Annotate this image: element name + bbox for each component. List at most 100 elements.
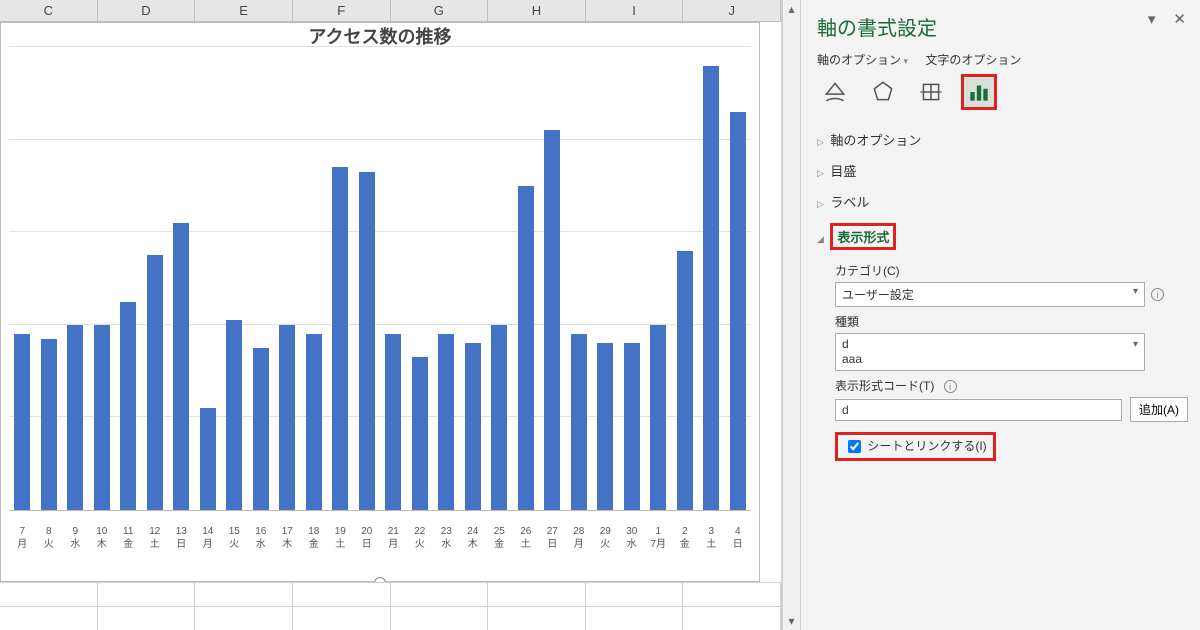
chart-bar[interactable] — [597, 343, 613, 510]
column-header[interactable]: C — [0, 0, 98, 21]
chart-bar[interactable] — [624, 343, 640, 510]
axis-tick: 21月 — [380, 525, 407, 551]
category-select[interactable]: ユーザー設定 — [835, 282, 1145, 307]
chart-bar[interactable] — [438, 334, 454, 510]
chart-bar[interactable] — [94, 325, 110, 510]
format-code-input[interactable]: d — [835, 399, 1122, 421]
section-number-format[interactable]: ◢ 表示形式 — [817, 217, 1188, 256]
chart-bar[interactable] — [491, 325, 507, 510]
size-properties-icon[interactable] — [913, 74, 949, 110]
bar-slot — [645, 47, 672, 510]
chart-bar[interactable] — [173, 223, 189, 510]
axis-tick: 15火 — [221, 525, 248, 551]
pane-close-icon[interactable]: ✕ — [1173, 10, 1186, 28]
section-tick-marks[interactable]: ▷ 目盛 — [817, 155, 1188, 186]
bar-slot — [9, 47, 36, 510]
pane-menu-icon[interactable]: ▾ — [1148, 10, 1156, 28]
chart-bar[interactable] — [465, 343, 481, 510]
bar-slot — [433, 47, 460, 510]
chart-bar[interactable] — [730, 112, 746, 510]
pane-title: 軸の書式設定 — [817, 12, 1188, 41]
axis-tick: 23水 — [433, 525, 460, 551]
chart-bar[interactable] — [306, 334, 322, 510]
axis-tick: 30水 — [619, 525, 646, 551]
column-header[interactable]: J — [683, 0, 781, 21]
chart-object[interactable]: アクセス数の推移 7月8火9水10木11金12土13日14月15火16水17木1… — [0, 22, 760, 582]
axis-tick: 3土 — [698, 525, 725, 551]
vertical-scrollbar[interactable]: ▴ ▾ — [782, 0, 800, 630]
info-icon[interactable]: i — [1151, 288, 1164, 301]
column-header[interactable]: E — [195, 0, 293, 21]
chart-bar[interactable] — [253, 348, 269, 510]
section-labels[interactable]: ▷ ラベル — [817, 186, 1188, 217]
chart-bar[interactable] — [571, 334, 587, 510]
column-header[interactable]: I — [586, 0, 684, 21]
chart-bar[interactable] — [544, 130, 560, 510]
bar-slot — [62, 47, 89, 510]
chart-bar[interactable] — [359, 172, 375, 510]
chart-bar[interactable] — [677, 251, 693, 510]
axis-tick: 29火 — [592, 525, 619, 551]
bar-slot — [592, 47, 619, 510]
effects-icon[interactable] — [865, 74, 901, 110]
chart-bar[interactable] — [120, 302, 136, 510]
chart-bar[interactable] — [412, 357, 428, 510]
chart-plot-area — [9, 47, 751, 511]
axis-options-icon[interactable] — [961, 74, 997, 110]
info-icon[interactable]: i — [944, 380, 957, 393]
axis-tick: 9水 — [62, 525, 89, 551]
scroll-down-icon[interactable]: ▾ — [783, 612, 800, 630]
axis-tick: 13日 — [168, 525, 195, 551]
type-combo[interactable]: d aaa — [835, 333, 1145, 371]
column-headers: CDEFGHIJ — [0, 0, 781, 22]
category-label: カテゴリ(C) — [835, 262, 1188, 279]
column-header[interactable]: H — [488, 0, 586, 21]
chart-bar[interactable] — [226, 320, 242, 510]
axis-tick: 17月 — [645, 525, 672, 551]
bar-slot — [36, 47, 63, 510]
chart-bar[interactable] — [200, 408, 216, 510]
chart-bar[interactable] — [332, 167, 348, 510]
chart-bar[interactable] — [385, 334, 401, 510]
bar-slot — [168, 47, 195, 510]
axis-tick: 7月 — [9, 525, 36, 551]
bar-slot — [354, 47, 381, 510]
axis-tick: 14月 — [195, 525, 222, 551]
bar-slot — [115, 47, 142, 510]
bar-slot — [221, 47, 248, 510]
column-header[interactable]: D — [98, 0, 196, 21]
chart-bar[interactable] — [41, 339, 57, 510]
chart-bar[interactable] — [67, 325, 83, 510]
bar-slot — [539, 47, 566, 510]
chart-bar[interactable] — [279, 325, 295, 510]
tab-axis-options[interactable]: 軸のオプション — [817, 51, 908, 68]
column-header[interactable]: G — [391, 0, 489, 21]
bar-slot — [89, 47, 116, 510]
axis-tick: 8火 — [36, 525, 63, 551]
axis-tick: 24木 — [460, 525, 487, 551]
axis-tick: 19土 — [327, 525, 354, 551]
axis-tick: 10木 — [89, 525, 116, 551]
spreadsheet-cells[interactable] — [0, 582, 781, 630]
bar-slot — [195, 47, 222, 510]
scroll-up-icon[interactable]: ▴ — [783, 0, 800, 18]
bar-slot — [698, 47, 725, 510]
section-axis-options[interactable]: ▷ 軸のオプション — [817, 124, 1188, 155]
bar-slot — [460, 47, 487, 510]
chart-bar[interactable] — [650, 325, 666, 510]
bar-slot — [380, 47, 407, 510]
tab-text-options[interactable]: 文字のオプション — [925, 51, 1021, 68]
chart-bar[interactable] — [703, 66, 719, 510]
add-button[interactable]: 追加(A) — [1130, 397, 1188, 422]
column-header[interactable]: F — [293, 0, 391, 21]
fill-line-icon[interactable] — [817, 74, 853, 110]
axis-tick: 28月 — [566, 525, 593, 551]
axis-tick: 17木 — [274, 525, 301, 551]
link-to-source-checkbox[interactable] — [848, 440, 861, 453]
chart-bar[interactable] — [14, 334, 30, 510]
chart-x-axis[interactable]: 7月8火9水10木11金12土13日14月15火16水17木18金19土20日2… — [9, 525, 751, 551]
bar-slot — [142, 47, 169, 510]
format-axis-pane: ▾ ✕ 軸の書式設定 軸のオプション 文字のオプション ▷ 軸のオプション ▷ … — [800, 0, 1200, 630]
chart-bar[interactable] — [147, 255, 163, 510]
chart-bar[interactable] — [518, 186, 534, 510]
